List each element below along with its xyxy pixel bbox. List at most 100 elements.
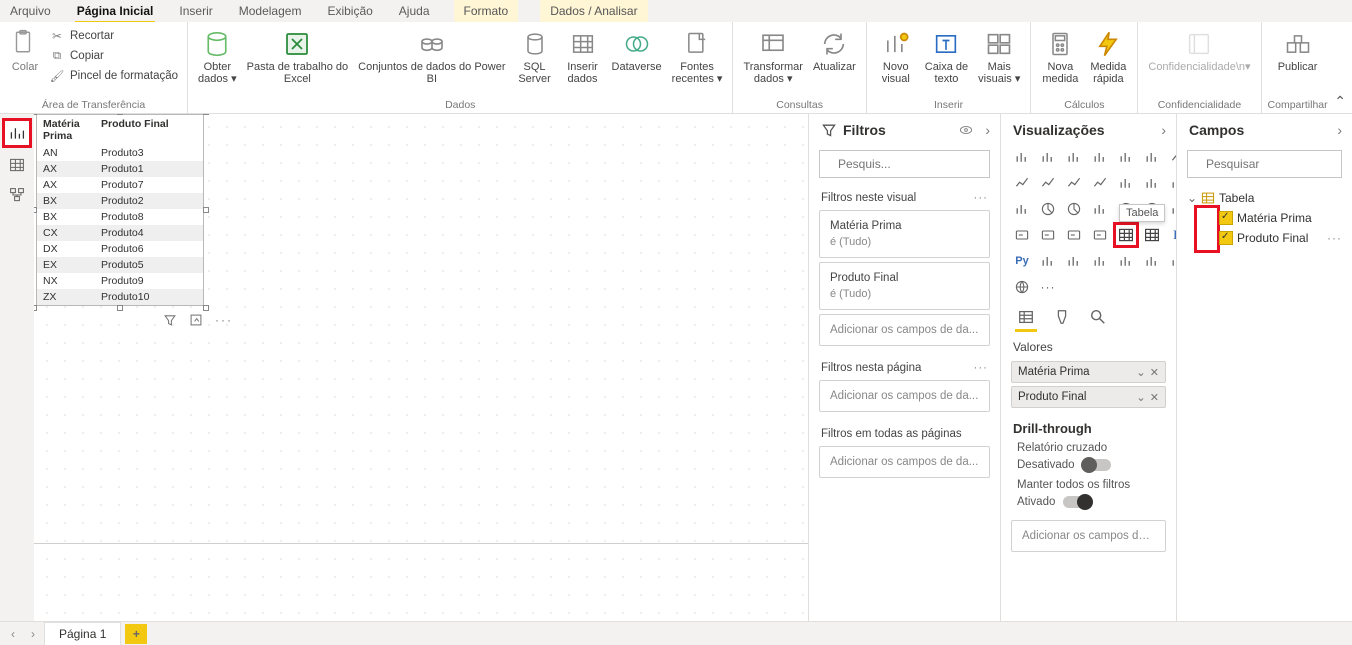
visual-filter-icon[interactable]: [163, 313, 177, 327]
filters-collapse-icon[interactable]: ›: [985, 122, 990, 138]
viz-ribbon[interactable]: [1115, 172, 1137, 194]
filter-add-all[interactable]: Adicionar os campos de da...: [819, 446, 990, 478]
field-materia[interactable]: Matéria Prima: [1219, 208, 1342, 228]
drill-add-fields[interactable]: Adicionar os campos de dr...: [1011, 520, 1166, 552]
filters-search-input[interactable]: [836, 156, 995, 172]
field-produto[interactable]: Produto Final ···: [1219, 228, 1342, 248]
transform-data-button[interactable]: Transformar dados ▾: [739, 25, 807, 97]
paste-button[interactable]: Colar: [6, 25, 44, 97]
menu-formato[interactable]: Formato: [454, 0, 519, 22]
pbi-datasets-button[interactable]: Conjuntos de dados do Power BI: [354, 25, 509, 97]
table-row[interactable]: BXProduto2: [37, 193, 203, 209]
viz-line-column2[interactable]: [1089, 172, 1111, 194]
col-header-produto[interactable]: Produto Final: [95, 115, 203, 145]
collapse-ribbon-button[interactable]: ⌃: [1334, 93, 1346, 110]
data-view-button[interactable]: [4, 152, 30, 178]
viz-line[interactable]: [1167, 146, 1176, 168]
viz-narrative[interactable]: [1115, 250, 1137, 272]
pill-materia-remove[interactable]: ✕: [1150, 366, 1159, 379]
keep-filters-toggle[interactable]: Ativado: [1017, 496, 1160, 508]
report-canvas[interactable]: Matéria Prima Produto Final ANProduto3AX…: [34, 114, 808, 621]
viz-table[interactable]: Tabela: [1115, 224, 1137, 246]
viz-card[interactable]: [1011, 224, 1033, 246]
menu-ajuda[interactable]: Ajuda: [397, 2, 432, 22]
viz-multi-card[interactable]: [1037, 224, 1059, 246]
new-visual-button[interactable]: Novo visual: [873, 25, 919, 97]
table-row[interactable]: EXProduto5: [37, 257, 203, 273]
menu-arquivo[interactable]: Arquivo: [8, 2, 53, 22]
viz-qna[interactable]: [1089, 250, 1111, 272]
filters-page-more[interactable]: ···: [974, 362, 989, 374]
publish-button[interactable]: Publicar: [1274, 25, 1322, 97]
viz-r[interactable]: R: [1167, 224, 1176, 246]
table-row[interactable]: AXProduto7: [37, 177, 203, 193]
pill-materia[interactable]: Matéria Prima⌄✕: [1011, 361, 1166, 383]
viz-arcgis[interactable]: [1011, 276, 1033, 298]
page-tab-1[interactable]: Página 1: [44, 622, 121, 645]
fields-collapse-icon[interactable]: ›: [1337, 122, 1342, 138]
format-painter-button[interactable]: 🖌Pincel de formatação: [46, 67, 181, 85]
viz-fields-tab[interactable]: [1015, 306, 1037, 328]
viz-decomp[interactable]: [1063, 250, 1085, 272]
filter-card-materia[interactable]: Matéria Primaé (Tudo): [819, 210, 990, 258]
menu-dados-analisar[interactable]: Dados / Analisar: [540, 0, 647, 22]
viz-funnel[interactable]: [1167, 172, 1176, 194]
viz-py[interactable]: Py: [1011, 250, 1033, 272]
viz-scatter[interactable]: [1011, 198, 1033, 220]
viz-waterfall[interactable]: [1141, 172, 1163, 194]
field-materia-checkbox[interactable]: [1219, 211, 1233, 225]
viz-bar-stacked[interactable]: [1011, 146, 1033, 168]
field-produto-more[interactable]: ···: [1327, 231, 1342, 245]
visual-focus-icon[interactable]: [189, 313, 203, 327]
menu-p-gina-inicial[interactable]: Página Inicial: [75, 2, 156, 22]
new-measure-button[interactable]: Nova medida: [1037, 25, 1083, 97]
field-produto-checkbox[interactable]: [1219, 231, 1233, 245]
viz-analytics-tab[interactable]: [1087, 306, 1109, 328]
viz-powerapps[interactable]: [1167, 250, 1176, 272]
menu-modelagem[interactable]: Modelagem: [237, 2, 304, 22]
viz-column-100[interactable]: [1115, 146, 1137, 168]
viz-donut[interactable]: [1063, 198, 1085, 220]
viz-treemap[interactable]: [1089, 198, 1111, 220]
more-visuals-button[interactable]: Mais visuais ▾: [974, 25, 1024, 97]
excel-button[interactable]: Pasta de trabalho do Excel: [243, 25, 353, 97]
viz-more[interactable]: ···: [1037, 276, 1059, 298]
viz-collapse-icon[interactable]: ›: [1161, 122, 1166, 138]
recent-sources-button[interactable]: Fontes recentes ▾: [668, 25, 727, 97]
quick-measure-button[interactable]: Medida rápida: [1085, 25, 1131, 97]
table-visual[interactable]: Matéria Prima Produto Final ANProduto3AX…: [36, 114, 204, 306]
table-row[interactable]: DXProduto6: [37, 241, 203, 257]
get-data-button[interactable]: Obter dados ▾: [194, 25, 241, 97]
model-view-button[interactable]: [4, 182, 30, 208]
viz-line-column[interactable]: [1063, 172, 1085, 194]
table-row[interactable]: ANProduto3: [37, 145, 203, 161]
dataverse-button[interactable]: Dataverse: [608, 25, 666, 97]
table-row[interactable]: CXProduto4: [37, 225, 203, 241]
viz-area-stacked[interactable]: [1037, 172, 1059, 194]
page-prev[interactable]: ‹: [4, 627, 22, 641]
text-box-button[interactable]: Caixa de texto: [921, 25, 972, 97]
refresh-button[interactable]: Atualizar: [809, 25, 860, 97]
filters-search[interactable]: [819, 150, 990, 178]
viz-bar-100[interactable]: [1141, 146, 1163, 168]
viz-slicer[interactable]: [1089, 224, 1111, 246]
filter-add-visual[interactable]: Adicionar os campos de da...: [819, 314, 990, 346]
visual-more-icon[interactable]: ···: [215, 313, 233, 327]
pill-produto-remove[interactable]: ✕: [1150, 391, 1159, 404]
viz-paginated[interactable]: [1141, 250, 1163, 272]
table-row[interactable]: AXProduto1: [37, 161, 203, 177]
enter-data-button[interactable]: Inserir dados: [560, 25, 606, 97]
viz-kpi[interactable]: [1063, 224, 1085, 246]
pill-produto[interactable]: Produto Final⌄✕: [1011, 386, 1166, 408]
viz-bar-clustered[interactable]: [1037, 146, 1059, 168]
add-page-button[interactable]: +: [125, 624, 147, 644]
viz-matrix[interactable]: [1141, 224, 1163, 246]
viz-area[interactable]: [1011, 172, 1033, 194]
table-row[interactable]: ZXProduto10: [37, 289, 203, 305]
tree-table[interactable]: ⌄ Tabela: [1187, 188, 1342, 208]
viz-format-tab[interactable]: [1051, 306, 1073, 328]
menu-exibi-o[interactable]: Exibição: [325, 2, 374, 22]
page-next[interactable]: ›: [24, 627, 42, 641]
filter-add-page[interactable]: Adicionar os campos de da...: [819, 380, 990, 412]
filter-card-produto[interactable]: Produto Finalé (Tudo): [819, 262, 990, 310]
